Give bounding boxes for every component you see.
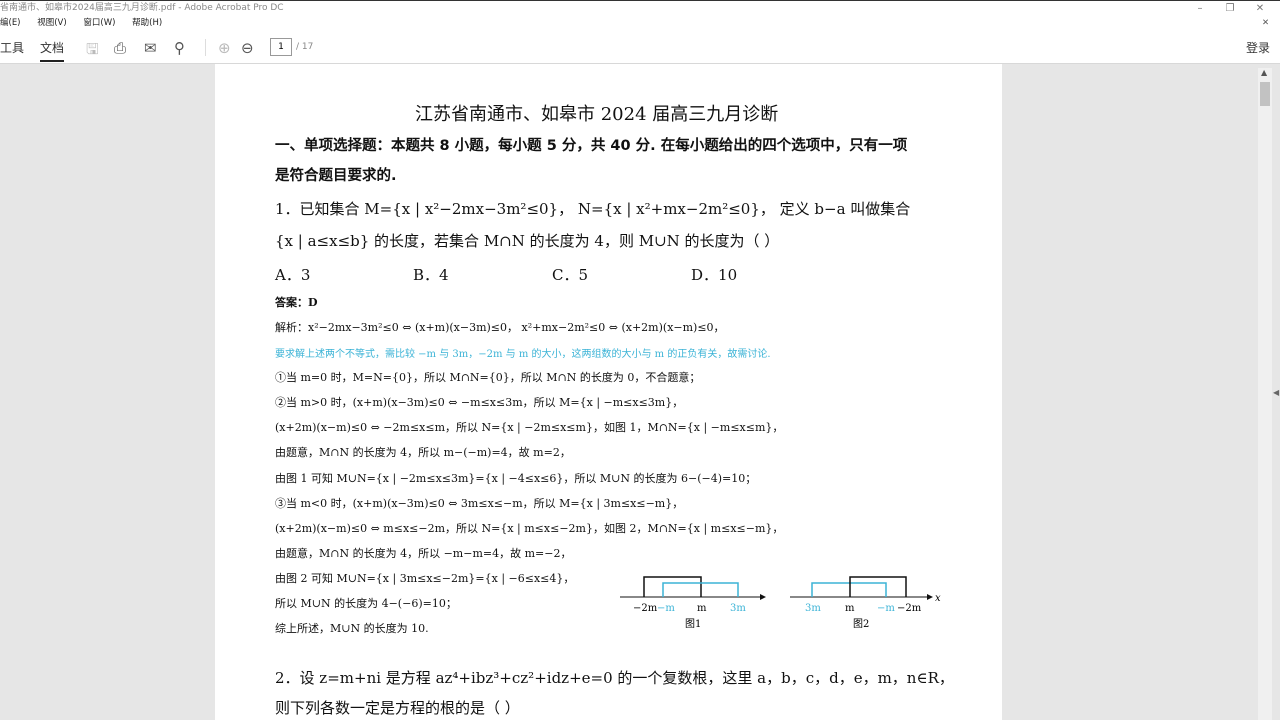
menu-edit[interactable]: 编(E) bbox=[0, 18, 21, 28]
login-button[interactable]: 登录 bbox=[1246, 39, 1270, 56]
panel-toggle-icon[interactable]: ◀ bbox=[1273, 388, 1279, 397]
interval-m bbox=[811, 582, 887, 597]
axis-arrow bbox=[927, 594, 933, 600]
figure-caption: 图2 bbox=[853, 618, 869, 630]
doc-title: 江苏省南通市、如皋市 2024 届高三九月诊断 bbox=[415, 104, 779, 125]
solution-line: 由题意，M∩N 的长度为 4，所以 −m−m=4，故 m=−2， bbox=[275, 547, 572, 560]
solution-line: 由图 1 可知 M∪N={x | −2m≤x≤3m}={x | −4≤x≤6}，… bbox=[275, 472, 757, 485]
solution-line: ③当 m<0 时，(x+m)(x−3m)≤0 ⇔ 3m≤x≤−m，所以 M={x… bbox=[275, 497, 684, 510]
page-number-input[interactable]: 1 bbox=[270, 38, 292, 56]
solution-line: 所以 M∪N 的长度为 4−(−6)=10； bbox=[275, 597, 457, 610]
restore-button[interactable]: ❐ bbox=[1220, 1, 1240, 16]
print-icon[interactable]: ⎙ bbox=[114, 39, 126, 57]
vertical-scrollbar[interactable]: ▲ bbox=[1258, 68, 1272, 720]
minimize-button[interactable]: – bbox=[1190, 1, 1210, 16]
solution-line: 由图 2 可知 M∪N={x | 3m≤x≤−2m}={x | −6≤x≤4}， bbox=[275, 572, 575, 585]
tick-label: −2m bbox=[897, 603, 922, 614]
page-total: / 17 bbox=[296, 42, 314, 52]
menu-help[interactable]: 帮助(H) bbox=[132, 18, 162, 28]
menu-bar: 编(E) 视图(V) 窗口(W) 帮助(H) ✕ bbox=[0, 15, 1280, 31]
axis-arrow bbox=[760, 594, 766, 600]
interval-n bbox=[849, 576, 907, 597]
option-a: A．3 bbox=[275, 266, 311, 284]
toolbar: 工具 文档 🖫 ⎙ ✉ ⚲ ⊕ ⊖ 登录 bbox=[0, 31, 1280, 64]
solution-line: ②当 m>0 时，(x+m)(x−3m)≤0 ⇔ −m≤x≤3m，所以 M={x… bbox=[275, 396, 684, 409]
question-1-line-1: 1．已知集合 M={x | x²−2mx−3m²≤0}， N={x | x²+m… bbox=[275, 200, 911, 218]
close-doc-icon[interactable]: ✕ bbox=[1262, 15, 1269, 31]
scroll-up-icon[interactable]: ▲ bbox=[1261, 68, 1267, 77]
prev-page-icon[interactable]: ⊕ bbox=[218, 39, 231, 57]
tick-label: −m bbox=[657, 603, 675, 614]
figure-1: −2m −m m 3m 图1 bbox=[620, 576, 766, 630]
menu-window[interactable]: 窗口(W) bbox=[83, 18, 115, 28]
next-page-icon[interactable]: ⊖ bbox=[241, 39, 254, 57]
interval-n bbox=[643, 576, 702, 597]
axis-label: x bbox=[935, 593, 941, 604]
window-title: 省南通市、如皋市2024届高三九月诊断.pdf - Adobe Acrobat … bbox=[0, 3, 284, 13]
question-2-line-2: 则下列各数一定是方程的根的是（ ） bbox=[275, 699, 520, 717]
figure-caption: 图1 bbox=[685, 618, 701, 630]
search-icon[interactable]: ⚲ bbox=[174, 39, 185, 57]
tick-label: m bbox=[845, 603, 855, 614]
close-button[interactable]: ✕ bbox=[1250, 1, 1270, 16]
answer: 答案：D bbox=[275, 296, 318, 309]
email-icon[interactable]: ✉ bbox=[144, 39, 157, 57]
solution-line: 由题意，M∩N 的长度为 4，所以 m−(−m)=4，故 m=2， bbox=[275, 446, 571, 459]
title-bar: 省南通市、如皋市2024届高三九月诊断.pdf - Adobe Acrobat … bbox=[0, 0, 1280, 15]
tick-label: −2m bbox=[633, 603, 658, 614]
tab-document[interactable]: 文档 bbox=[40, 39, 65, 62]
divider bbox=[205, 39, 206, 56]
tick-label: 3m bbox=[730, 603, 746, 614]
menu-view[interactable]: 视图(V) bbox=[37, 18, 66, 28]
tick-label: m bbox=[697, 603, 707, 614]
number-line-figures: −2m −m m 3m 图1 3m m −m −2m x 图2 bbox=[620, 576, 941, 630]
option-d: D．10 bbox=[691, 266, 738, 284]
solution-line: (x+2m)(x−m)≤0 ⇔ m≤x≤−2m，所以 N={x | m≤x≤−2… bbox=[275, 522, 784, 535]
solution-line: ①当 m=0 时，M=N={0}，所以 M∩N={0}，所以 M∩N 的长度为 … bbox=[275, 371, 701, 384]
solution-line: (x+2m)(x−m)≤0 ⇔ −2m≤x≤m，所以 N={x | −2m≤x≤… bbox=[275, 421, 784, 434]
tick-label: 3m bbox=[805, 603, 821, 614]
pdf-page: 江苏省南通市、如皋市 2024 届高三九月诊断 一、单项选择题：本题共 8 小题… bbox=[215, 64, 1002, 720]
option-c: C．5 bbox=[552, 266, 589, 284]
solution-line: 综上所述，M∪N 的长度为 10. bbox=[275, 622, 429, 635]
hint-line: 要求解上述两个不等式，需比较 −m 与 3m，−2m 与 m 的大小，这两组数的… bbox=[275, 349, 771, 360]
option-b: B．4 bbox=[413, 266, 449, 284]
solution-line: 解析：x²−2mx−3m²≤0 ⇔ (x+m)(x−3m)≤0， x²+mx−2… bbox=[275, 321, 725, 334]
figure-2: 3m m −m −2m x 图2 bbox=[790, 576, 941, 630]
tab-tools[interactable]: 工具 bbox=[0, 39, 24, 56]
section-heading-2: 是符合题目要求的. bbox=[275, 168, 397, 184]
question-1-line-2: {x | a≤x≤b} 的长度，若集合 M∩N 的长度为 4，则 M∪N 的长度… bbox=[275, 232, 780, 250]
scrollbar-thumb[interactable] bbox=[1260, 82, 1270, 106]
tick-label: −m bbox=[877, 603, 895, 614]
save-icon[interactable]: 🖫 bbox=[86, 39, 99, 64]
section-heading: 一、单项选择题：本题共 8 小题，每小题 5 分，共 40 分. 在每小题给出的… bbox=[275, 138, 908, 154]
question-2-line-1: 2．设 z=m+ni 是方程 az⁴+ibz³+cz²+idz+e=0 的一个复… bbox=[275, 669, 954, 687]
